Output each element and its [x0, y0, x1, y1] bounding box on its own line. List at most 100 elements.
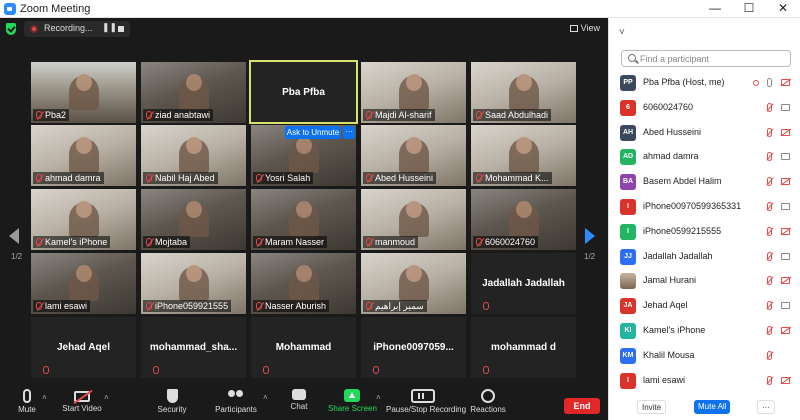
pause-recording-icon[interactable]: ❚❚: [102, 22, 117, 33]
tile-name: Majdi Al-sharif: [363, 109, 435, 121]
video-tile[interactable]: mohammad d: [471, 317, 576, 378]
video-tile[interactable]: Nasser Aburish: [251, 253, 356, 314]
next-page-arrow-icon[interactable]: [585, 228, 595, 244]
video-off-icon: [781, 178, 790, 186]
ask-to-unmute-button[interactable]: Ask to Unmute: [285, 126, 341, 139]
participant-row[interactable]: JA Jehad Aqel: [609, 295, 800, 320]
participant-row[interactable]: KI Kamel's iPhone: [609, 320, 800, 345]
muted-mic-icon: [373, 366, 379, 374]
video-tile[interactable]: lami esawi: [31, 253, 136, 314]
participant-search-input[interactable]: [640, 52, 788, 65]
reactions-button[interactable]: Reactions: [468, 383, 508, 420]
avatar: [620, 273, 636, 290]
maximize-button[interactable]: ☐: [732, 0, 766, 18]
video-tile[interactable]: iPhone059921555: [141, 253, 246, 314]
video-tile[interactable]: ziad anabtawi: [141, 62, 246, 123]
muted-mic-icon: [767, 350, 772, 360]
participant-name: Jadallah Jadallah: [643, 250, 713, 261]
encryption-shield-icon[interactable]: [6, 23, 16, 35]
participant-video: [69, 74, 99, 110]
security-button[interactable]: Security: [152, 383, 192, 420]
start-video-button[interactable]: Start Video: [58, 383, 106, 420]
more-options-button[interactable]: ···: [757, 400, 775, 414]
audio-options-caret-icon[interactable]: ˄: [42, 393, 47, 402]
mute-button[interactable]: Mute: [10, 383, 44, 420]
participants-options-caret-icon[interactable]: ˄: [263, 393, 268, 402]
video-tile[interactable]: Nabil Haj Abed: [141, 125, 246, 186]
video-tile[interactable]: mohammad_sha...: [141, 317, 246, 378]
participant-row[interactable]: JJ Jadallah Jadallah: [609, 246, 800, 271]
pause-stop-recording-icon: [411, 389, 435, 403]
avatar: AD: [620, 149, 636, 166]
muted-mic-icon: [476, 111, 482, 119]
participant-name: Abed Husseini: [643, 126, 702, 137]
video-tile[interactable]: Abed Husseini: [361, 125, 466, 186]
video-tile[interactable]: Pba2: [31, 62, 136, 123]
video-tile[interactable]: سمير إبراهيم: [361, 253, 466, 314]
video-tile[interactable]: Mohammad: [251, 317, 356, 378]
recording-dot-icon: [30, 25, 38, 33]
participant-video: [179, 201, 209, 237]
participant-row[interactable]: IiPhone0599215555: [609, 221, 800, 246]
participants-button[interactable]: Participants: [212, 383, 260, 420]
pause-stop-recording-button[interactable]: Pause/Stop Recording: [386, 383, 466, 420]
share-screen-button[interactable]: Share Screen: [328, 383, 377, 420]
participant-row[interactable]: PP Pba Pfba (Host, me): [609, 72, 800, 97]
share-screen-icon: [344, 389, 360, 402]
video-tile[interactable]: Kamel's iPhone: [31, 189, 136, 250]
participant-row[interactable]: Jamal Hurani: [609, 270, 800, 295]
participant-name: Khalil Mousa: [643, 349, 695, 360]
muted-mic-icon: [767, 201, 772, 211]
participant-row[interactable]: IiPhone00970599365331: [609, 196, 800, 221]
participant-row[interactable]: BA Basem Abdel Halim: [609, 171, 800, 196]
video-tile[interactable]: Jehad Aqel: [31, 317, 136, 378]
share-options-caret-icon[interactable]: ˄: [376, 393, 381, 402]
previous-page-arrow-icon[interactable]: [9, 228, 19, 244]
minimize-button[interactable]: —: [698, 0, 732, 18]
muted-mic-icon: [476, 174, 482, 182]
end-meeting-button[interactable]: End: [564, 398, 600, 414]
participant-video: [289, 137, 319, 173]
meeting-top-strip: Recording... ❚❚ View: [0, 18, 608, 40]
mute-all-button[interactable]: Mute All: [694, 400, 731, 414]
participant-row[interactable]: AD ahmad damra: [609, 146, 800, 171]
meeting-toolbar: Mute ˄ Start Video ˄ Security Participan…: [0, 383, 608, 420]
video-off-icon: [781, 376, 790, 384]
stop-recording-icon[interactable]: [118, 26, 124, 32]
participant-row[interactable]: Ilami esawi: [609, 370, 800, 395]
collapse-chevron-icon[interactable]: ˅: [619, 27, 625, 38]
participant-search[interactable]: [621, 50, 791, 67]
video-tile[interactable]: iPhone0097059...: [361, 317, 466, 378]
invite-button[interactable]: Invite: [637, 400, 667, 414]
video-tile[interactable]: Mohammad K...: [471, 125, 576, 186]
participant-row[interactable]: KM Khalil Mousa: [609, 345, 800, 370]
avatar: I: [620, 372, 636, 389]
active-speaker-tile[interactable]: Pba Pfba: [249, 60, 358, 124]
avatar: 6: [620, 99, 636, 116]
video-tile[interactable]: 6060024760: [471, 189, 576, 250]
muted-mic-icon: [767, 325, 772, 335]
muted-mic-icon: [36, 302, 42, 310]
video-tile[interactable]: Mojtaba: [141, 189, 246, 250]
participant-video: [399, 201, 429, 237]
recording-indicator: Recording... ❚❚: [24, 21, 130, 37]
video-tile[interactable]: ahmad damra: [31, 125, 136, 186]
participant-name: Jehad Aqel: [643, 300, 688, 311]
video-options-caret-icon[interactable]: ˄: [104, 393, 109, 402]
video-tile[interactable]: Jadallah Jadallah: [471, 253, 576, 314]
close-button[interactable]: ✕: [766, 0, 800, 18]
participant-name: Pba Pfba (Host, me): [643, 77, 725, 87]
participant-name: ahmad damra: [643, 151, 699, 162]
video-tile[interactable]: manmoud: [361, 189, 466, 250]
tile-big-name: Pba Pfba: [282, 86, 325, 98]
video-tile[interactable]: Majdi Al-sharif: [361, 62, 466, 123]
chat-button[interactable]: Chat: [284, 383, 314, 420]
video-tile[interactable]: Saad Abdulhadi: [471, 62, 576, 123]
video-tile[interactable]: Maram Nasser: [251, 189, 356, 250]
view-button[interactable]: View: [569, 23, 600, 33]
tile-name: manmoud: [363, 236, 419, 248]
tile-more-options-button[interactable]: ···: [343, 126, 355, 139]
participant-list: PP Pba Pfba (Host, me) 6 6060024760 AH Abed H…: [609, 72, 800, 394]
participant-row[interactable]: AH Abed Husseini: [609, 122, 800, 147]
participant-row[interactable]: 6 6060024760: [609, 97, 800, 122]
